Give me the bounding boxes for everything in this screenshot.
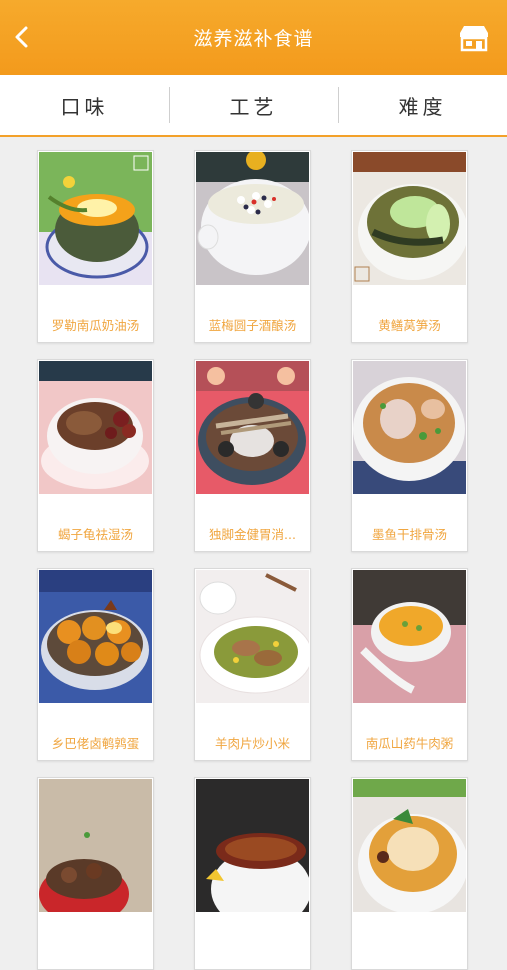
recipe-name: 蝎子龟祛湿汤 <box>57 527 133 542</box>
recipe-photo <box>196 152 309 285</box>
recipe-card[interactable]: 羊肉片炒小米 <box>194 568 311 761</box>
recipe-photo <box>353 152 466 285</box>
recipe-grid: 罗勒南瓜奶油汤 蓝梅圆子酒酿汤 黄鳝莴笋汤 蝎子龟祛湿汤 独脚金健胃消... 墨… <box>37 150 471 970</box>
recipe-card[interactable] <box>351 777 468 970</box>
recipe-photo <box>353 361 466 494</box>
recipe-photo <box>353 779 466 912</box>
recipe-photo <box>196 570 309 703</box>
recipe-name: 独脚金健胃消... <box>209 527 296 542</box>
recipe-photo <box>39 779 152 912</box>
recipe-card[interactable]: 墨鱼干排骨汤 <box>351 359 468 552</box>
recipe-name: 蓝梅圆子酒酿汤 <box>208 318 297 333</box>
recipe-card[interactable]: 黄鳝莴笋汤 <box>351 150 468 343</box>
recipe-photo <box>39 361 152 494</box>
recipe-photo <box>353 570 466 703</box>
recipe-name: 南瓜山药牛肉粥 <box>365 736 454 751</box>
page-title: 滋养滋补食谱 <box>193 28 314 50</box>
recipe-photo <box>39 152 152 285</box>
recipe-name: 乡巴佬卤鹌鹑蛋 <box>51 736 140 751</box>
storefront-icon[interactable] <box>457 24 491 52</box>
recipe-card[interactable]: 罗勒南瓜奶油汤 <box>37 150 154 343</box>
recipe-photo <box>39 570 152 703</box>
recipe-card[interactable] <box>37 777 154 970</box>
recipe-card[interactable]: 蝎子龟祛湿汤 <box>37 359 154 552</box>
recipe-card[interactable]: 南瓜山药牛肉粥 <box>351 568 468 761</box>
recipe-name: 墨鱼干排骨汤 <box>371 527 447 542</box>
recipe-photo <box>196 779 309 912</box>
filter-tabs: 口味 工艺 难度 <box>0 75 507 137</box>
tab-taste[interactable]: 口味 <box>0 75 169 135</box>
recipe-card[interactable]: 蓝梅圆子酒酿汤 <box>194 150 311 343</box>
recipe-photo <box>196 361 309 494</box>
recipe-name: 羊肉片炒小米 <box>214 736 290 751</box>
tab-craft[interactable]: 工艺 <box>169 75 338 135</box>
recipe-card[interactable]: 独脚金健胃消... <box>194 359 311 552</box>
recipe-name: 黄鳝莴笋汤 <box>378 318 441 333</box>
tab-difficulty[interactable]: 难度 <box>338 75 507 135</box>
recipe-name: 罗勒南瓜奶油汤 <box>51 318 140 333</box>
header-bar: 滋养滋补食谱 <box>0 0 507 75</box>
recipe-card[interactable] <box>194 777 311 970</box>
recipe-card[interactable]: 乡巴佬卤鹌鹑蛋 <box>37 568 154 761</box>
